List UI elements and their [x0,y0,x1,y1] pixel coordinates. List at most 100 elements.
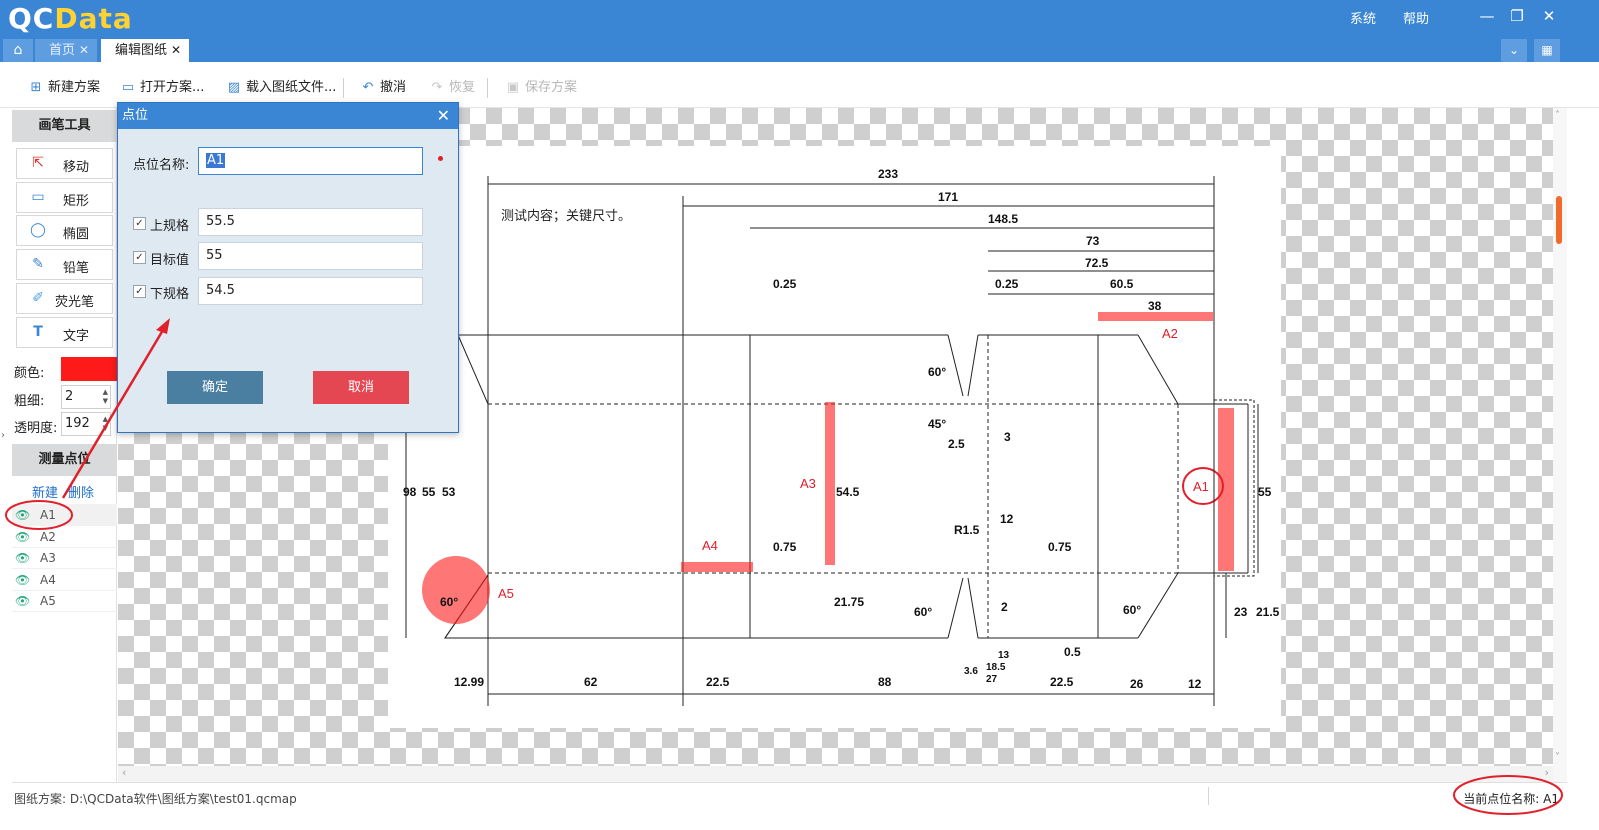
eye-icon[interactable]: 👁 [15,590,30,612]
dim-3-6: 3.6 [964,666,978,677]
dim-12-99: 12.99 [454,675,484,689]
minimize-icon[interactable]: — [1476,5,1498,27]
dim-0-5: 0.5 [1064,645,1081,659]
new-point-link[interactable]: 新建 [32,486,58,501]
upper-spec-checkbox[interactable]: ✓ [133,217,146,230]
horizontal-scrollbar[interactable]: ‹ › [118,766,1553,782]
dim-2-5: 2.5 [948,437,965,451]
new-plan-button[interactable]: ⊞ 新建方案 [28,79,100,97]
vertical-scrollbar[interactable]: ˄ ˅ [1553,108,1567,782]
undo-button[interactable]: ↶ 撤消 [360,79,406,97]
point-item-a4[interactable]: 👁 A4 [12,569,117,591]
point-item-a3[interactable]: 👁 A3 [12,547,117,569]
status-bar: 图纸方案: D:\QCData软件\图纸方案\test01.qcmap 当前点位… [12,782,1567,810]
marker-a2-label: A2 [1162,326,1178,341]
left-panel: 画笔工具 ⇱ 移动 ▭ 矩形 ◯ 椭圆 ✎ 铅笔 ✐ 荧光笔 T 文字 颜色: … [12,108,117,782]
scroll-thumb[interactable] [1556,196,1562,244]
delete-point-link[interactable]: 删除 [68,486,94,501]
eye-icon[interactable]: 👁 [15,526,30,548]
load-file-button[interactable]: ▨ 载入图纸文件... [226,79,337,97]
dim-21-75: 21.75 [834,595,864,609]
redo-button[interactable]: ↷ 恢复 [429,79,475,97]
scroll-right-icon[interactable]: › [1545,766,1549,779]
pen-tools-header: 画笔工具 [12,110,117,142]
point-item-a2[interactable]: 👁 A2 [12,526,117,548]
folder-icon: ▭ [121,80,135,95]
dim-55-right: 55 [1258,485,1272,499]
scroll-down-icon[interactable]: ˅ [1555,752,1560,763]
dim-22-5-b: 22.5 [1050,675,1074,689]
scroll-up-icon[interactable]: ˄ [1555,110,1560,121]
home-icon[interactable]: ⌂ [3,39,33,62]
marker-a4-label: A4 [702,538,718,553]
point-item-a5[interactable]: 👁 A5 [12,590,117,612]
point-name-label: 点位名称: [133,158,190,173]
dim-13: 13 [998,650,1010,661]
scroll-left-icon[interactable]: ‹ [122,766,126,779]
move-icon: ⇱ [32,155,44,171]
chevron-down-icon[interactable]: ⌄ [1501,39,1527,62]
rectangle-icon: ▭ [31,189,45,205]
dim-2: 2 [1001,600,1008,614]
marker-a5-circle [422,556,490,624]
color-row: 颜色: [12,357,117,383]
eye-icon[interactable]: 👁 [15,569,30,591]
grid-icon[interactable]: ▦ [1534,39,1560,62]
tool-ellipse[interactable]: ◯ 椭圆 [16,215,113,246]
tool-text[interactable]: T 文字 [16,317,113,348]
target-value-checkbox[interactable]: ✓ [133,251,146,264]
point-item-a1[interactable]: 👁 A1 [12,504,117,526]
color-swatch[interactable] [61,357,117,381]
dim-18-5: 18.5 [986,662,1006,673]
collapse-panel-icon[interactable]: › [1,430,11,448]
plan-path: 图纸方案: D:\QCData软件\图纸方案\test01.qcmap [14,792,297,806]
close-window-icon[interactable]: ✕ [1538,5,1560,27]
dim-53: 53 [442,485,456,499]
eye-icon[interactable]: 👁 [15,547,30,569]
target-value-input[interactable]: 55 [198,242,423,270]
close-tab-icon[interactable]: ✕ [171,39,181,62]
dim-angle-45: 45° [928,417,946,431]
open-plan-button[interactable]: ▭ 打开方案... [120,79,205,97]
dim-21-5: 21.5 [1256,605,1280,619]
drawing-note: 测试内容；关键尺寸。 [501,208,631,224]
cancel-button[interactable]: 取消 [313,371,409,404]
dim-233: 233 [878,167,898,181]
ellipse-icon: ◯ [30,222,46,238]
menu-system[interactable]: 系统 [1350,8,1376,27]
close-tab-icon[interactable]: ✕ [79,39,89,62]
menu-help[interactable]: 帮助 [1403,8,1429,27]
dim-0-75-a: 0.75 [773,540,797,554]
dim-98: 98 [403,485,417,499]
dim-171: 171 [938,190,958,204]
lower-spec-input[interactable]: 54.5 [198,277,423,305]
lower-spec-checkbox[interactable]: ✓ [133,285,146,298]
save-plan-button[interactable]: ▣ 保存方案 [505,79,577,97]
point-actions: 新建 删除 [32,482,104,501]
close-icon[interactable]: ✕ [437,103,450,129]
marker-a5-label: A5 [498,586,514,601]
tab-home[interactable]: 首页 ✕ [35,39,97,62]
eye-icon[interactable]: 👁 [15,504,30,526]
highlighter-icon: ✐ [32,290,44,306]
opacity-stepper[interactable]: 192 ▲ ▼ [61,412,111,436]
dialog-header: 点位 ✕ [118,103,458,129]
spinner-icon[interactable]: ▲ ▼ [103,388,108,406]
dim-26: 26 [1130,677,1144,691]
tab-edit-drawing[interactable]: 编辑图纸 ✕ [101,39,189,62]
width-stepper[interactable]: 2 ▲ ▼ [61,385,111,409]
tool-rectangle[interactable]: ▭ 矩形 [16,182,113,213]
tool-highlighter[interactable]: ✐ 荧光笔 [16,283,113,314]
upper-spec-label: 上规格 [150,219,190,234]
restore-icon[interactable]: ❐ [1506,5,1528,27]
tool-pencil[interactable]: ✎ 铅笔 [16,249,113,280]
ok-button[interactable]: 确定 [167,371,263,404]
upper-spec-input[interactable]: 55.5 [198,208,423,236]
tool-move[interactable]: ⇱ 移动 [16,148,113,179]
dim-62: 62 [584,675,598,689]
dim-72-5: 72.5 [1085,256,1109,270]
text-icon: T [33,324,43,340]
spinner-icon[interactable]: ▲ ▼ [103,415,108,433]
dim-angle-60-d: 60° [440,595,458,609]
point-name-input[interactable]: A1 [198,147,423,175]
